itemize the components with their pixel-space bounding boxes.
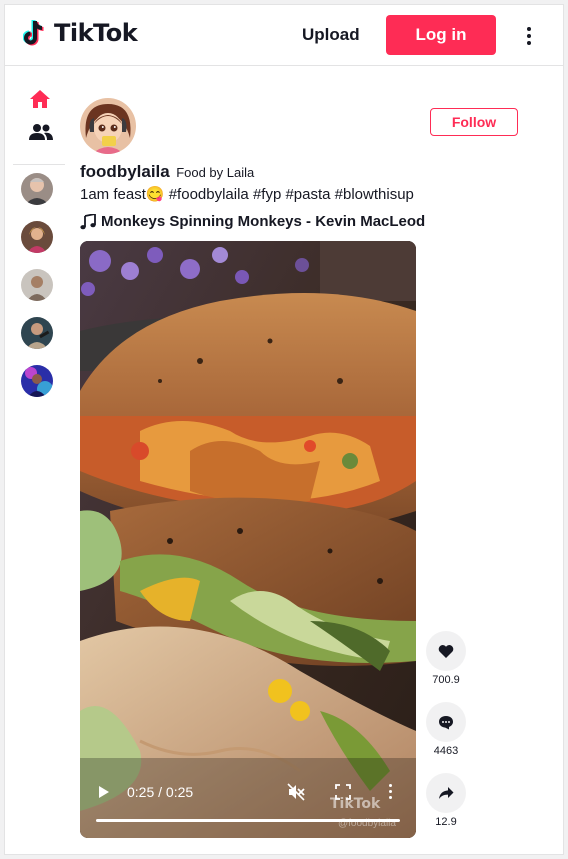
login-button[interactable]: Log in [386, 15, 496, 55]
suggested-account-avatar[interactable] [21, 173, 53, 205]
suggested-account-avatar[interactable] [21, 365, 53, 397]
follow-button[interactable]: Follow [430, 108, 518, 136]
video-time: 0:25 / 0:25 [127, 784, 194, 800]
video-player[interactable]: 0:25 / 0:25 TikTok @foodbylaila [80, 241, 416, 838]
music-note-icon [80, 213, 96, 229]
author-info: foodbylaila Food by Laila [80, 162, 254, 182]
share-button[interactable] [426, 773, 466, 813]
people-icon[interactable] [29, 123, 53, 141]
tiktok-watermark: TikTok [330, 796, 381, 812]
suggested-account-avatar[interactable] [21, 221, 53, 253]
comment-button[interactable] [426, 702, 466, 742]
comment-count: 4463 [433, 745, 459, 757]
music-title: Monkeys Spinning Monkeys - Kevin MacLeod [101, 213, 426, 230]
share-arrow-icon [439, 787, 454, 799]
tiktok-logo[interactable]: TikTok [23, 17, 138, 49]
author-unique-id[interactable]: foodbylaila [80, 162, 170, 181]
suggested-account-avatar[interactable] [21, 269, 53, 301]
comment-icon [439, 715, 453, 729]
top-header: TikTok Upload Log in [5, 5, 563, 66]
video-caption: 1am feast😋 #foodbylaila #fyp #pasta #blo… [80, 186, 414, 203]
vertical-ellipsis-icon[interactable] [519, 27, 539, 51]
logo-text: TikTok [54, 19, 138, 47]
video-progress-bar[interactable] [96, 819, 400, 822]
play-icon[interactable] [98, 785, 110, 799]
app-window: TikTok Upload Log in Follow foodbylaila … [4, 4, 564, 855]
video-frame [80, 241, 416, 838]
home-icon[interactable] [29, 89, 51, 109]
like-button[interactable] [426, 631, 466, 671]
author-avatar[interactable] [80, 98, 136, 154]
author-nickname: Food by Laila [176, 165, 255, 180]
suggested-account-avatar[interactable] [21, 317, 53, 349]
share-count: 12.9 [435, 816, 457, 828]
muted-speaker-icon[interactable] [287, 783, 305, 801]
tiktok-note-icon [23, 19, 44, 46]
upload-link[interactable]: Upload [302, 25, 360, 45]
heart-icon [438, 644, 454, 658]
video-options-icon[interactable] [387, 784, 393, 802]
music-link[interactable]: Monkeys Spinning Monkeys - Kevin MacLeod [80, 213, 425, 230]
sidebar-divider [13, 164, 65, 165]
like-count: 700.9 [432, 674, 460, 686]
